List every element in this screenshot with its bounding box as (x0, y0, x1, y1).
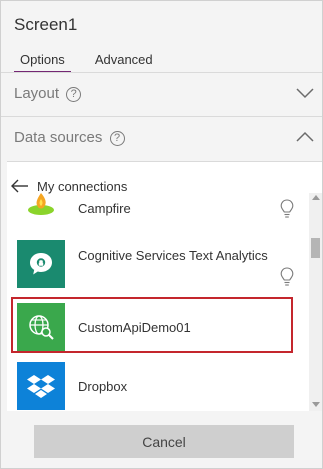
speech-bubble-logo-icon (17, 240, 65, 288)
layout-section-header[interactable]: Layout ? (1, 72, 322, 116)
tab-options[interactable]: Options (14, 49, 71, 73)
footer: Cancel (1, 411, 322, 468)
help-icon[interactable]: ? (109, 131, 125, 146)
layout-label: Layout (14, 85, 60, 102)
properties-panel: Screen1 Options Advanced Layout ? Data s… (0, 0, 323, 469)
list-item-label: Dropbox (78, 379, 128, 394)
scroll-down-arrow-icon[interactable] (312, 402, 320, 407)
list-item-label: Cognitive Services Text Analytics (78, 248, 268, 263)
scrollbar[interactable] (309, 193, 322, 411)
selection-highlight (11, 297, 293, 353)
dropbox-logo-icon (17, 362, 65, 410)
campfire-logo-icon (17, 179, 65, 227)
tab-bar: Options Advanced (14, 49, 177, 73)
scroll-up-arrow-icon[interactable] (312, 195, 320, 200)
chevron-down-icon[interactable] (296, 87, 314, 99)
list-item-label: Campfire (78, 201, 131, 216)
scroll-thumb[interactable] (311, 238, 320, 258)
lightbulb-icon (280, 199, 294, 218)
tab-advanced[interactable]: Advanced (89, 49, 159, 73)
chevron-up-icon[interactable] (296, 131, 314, 143)
connections-list: My connections Campfire Cognitive Servic… (7, 161, 322, 411)
data-sources-section-header[interactable]: Data sources ? (1, 116, 322, 160)
list-item-campfire[interactable]: Campfire (17, 189, 302, 239)
list-item-dropbox[interactable]: Dropbox (17, 362, 302, 411)
lightbulb-icon (280, 267, 294, 286)
cancel-button[interactable]: Cancel (34, 425, 294, 458)
list-item-cognitive-services[interactable]: Cognitive Services Text Analytics (17, 240, 302, 290)
help-icon[interactable]: ? (66, 87, 82, 102)
screen-title: Screen1 (14, 15, 78, 34)
data-sources-label: Data sources (14, 129, 103, 146)
